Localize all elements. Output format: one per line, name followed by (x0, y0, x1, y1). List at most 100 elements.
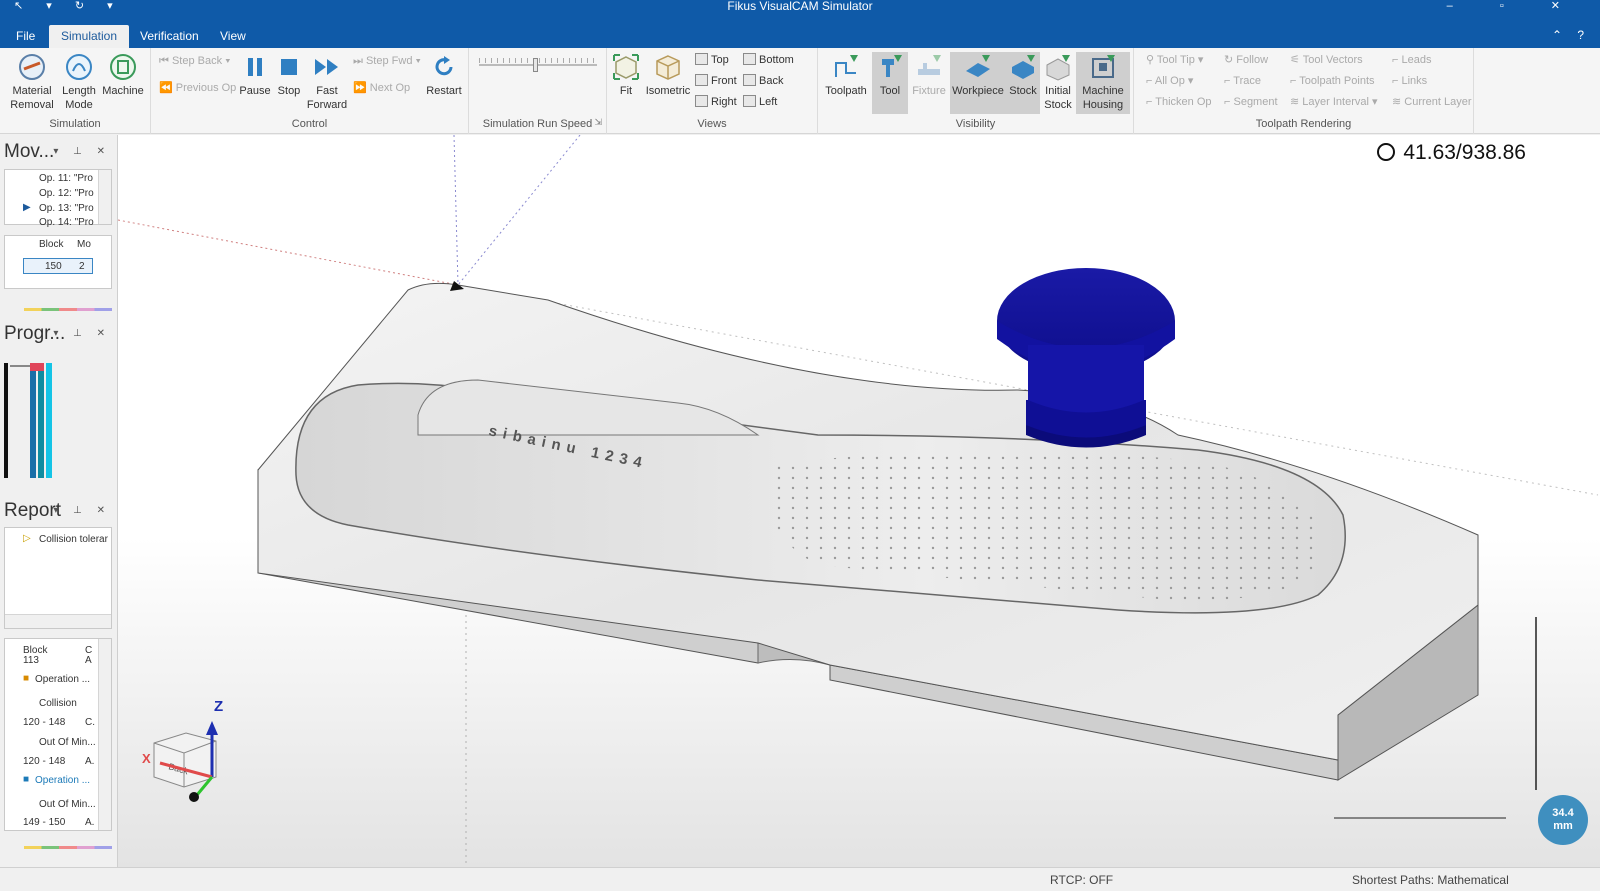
fixture-icon (914, 52, 944, 82)
grid-cell-mo: 2 (79, 261, 85, 272)
links-button[interactable]: ⌐ Links (1392, 73, 1427, 89)
moves-block-grid[interactable]: Block Mo 150 2 (4, 235, 112, 289)
speed-slider-thumb[interactable] (533, 58, 538, 72)
results-row[interactable]: 113 (23, 655, 39, 666)
machine-housing-toggle-button[interactable]: Machine Housing (1076, 52, 1130, 114)
view-left-button[interactable]: Left (743, 94, 777, 110)
axis-guide-line (453, 135, 459, 286)
moves-panel-controls[interactable]: ▾ ⊥ ✕ (53, 146, 111, 157)
tab-verification[interactable]: Verification (128, 25, 211, 48)
grid-cell-block: 150 (45, 261, 62, 272)
progress-panel-controls[interactable]: ▾ ⊥ ✕ (53, 328, 111, 339)
report-hscrollbar[interactable] (5, 614, 111, 628)
stop-button[interactable]: Stop (274, 52, 304, 98)
stop-icon (274, 52, 304, 82)
previous-op-button[interactable]: ⏪ Previous Op (159, 80, 236, 96)
pause-button[interactable]: Pause (238, 52, 272, 98)
current-layer-button[interactable]: ≋ Current Layer (1392, 94, 1472, 110)
grid-header-block[interactable]: Block (39, 239, 63, 250)
segment-button[interactable]: ⌐ Segment (1224, 94, 1278, 110)
restart-button[interactable]: Restart (423, 52, 465, 98)
results-row[interactable]: Out Of Min... (39, 737, 96, 748)
view-right-button[interactable]: Right (695, 94, 737, 110)
workpiece-icon (963, 52, 993, 82)
results-grid[interactable]: Block C 113 A ■ Operation ... Collision … (4, 638, 112, 831)
view-front-button[interactable]: Front (695, 73, 737, 89)
op-tree-item-current[interactable]: Op. 13: "Pro (39, 203, 94, 214)
tab-file[interactable]: File (4, 25, 47, 48)
tool-vectors-button[interactable]: ⚟ Tool Vectors (1290, 52, 1363, 68)
moves-op-tree[interactable]: Op. 11: "Pro Op. 12: "Pro ▶ Op. 13: "Pro… (4, 169, 112, 228)
view-back-button[interactable]: Back (743, 73, 783, 89)
op-tree-item[interactable]: Op. 14: "Pro (39, 217, 94, 228)
results-cell: C. (85, 717, 95, 728)
report-panel-controls[interactable]: ▾ ⊥ ✕ (53, 505, 111, 516)
tool-tip-button[interactable]: ⚲ Tool Tip ▾ (1146, 52, 1203, 68)
help-icon[interactable]: ⌃ ? (1552, 28, 1590, 42)
results-row[interactable]: 120 - 148 (23, 717, 65, 728)
operation-folder-icon: ■ (23, 774, 30, 785)
report-item[interactable]: Collision tolerar (39, 534, 108, 545)
results-row[interactable]: 120 - 148 (23, 756, 65, 767)
step-fwd-button[interactable]: ⏭ Step Fwd ▾ (353, 53, 421, 69)
progress-bar-cyan (46, 363, 52, 478)
all-op-button[interactable]: ⌐ All Op ▾ (1146, 73, 1193, 89)
dialog-launcher-icon[interactable]: ⇲ (594, 117, 602, 128)
thicken-op-button[interactable]: ⌐ Thicken Op (1146, 94, 1212, 110)
op-tree-item[interactable]: Op. 12: "Pro (39, 188, 94, 199)
fast-forward-button[interactable]: Fast Forward (306, 52, 348, 112)
window-controls[interactable]: – ▫ ✕ (1447, 0, 1582, 12)
workpiece-toggle-button[interactable]: Workpiece (950, 52, 1006, 114)
results-row[interactable]: 149 - 150 (23, 817, 65, 828)
rtcp-status: RTCP: OFF (1050, 873, 1114, 887)
initial-stock-toggle-button[interactable]: Initial Stock (1040, 52, 1076, 112)
length-mode-icon (64, 52, 94, 82)
material-removal-icon (17, 52, 47, 82)
scene-svg[interactable]: sibainu 1234 Back Z X (118, 135, 1600, 867)
group-views: Fit Isometric Top Front Right Bottom Bac… (607, 48, 818, 134)
isometric-button[interactable]: Isometric (643, 52, 693, 98)
tab-simulation[interactable]: Simulation (49, 25, 130, 48)
tab-view[interactable]: View (208, 25, 258, 48)
fit-button[interactable]: Fit (611, 52, 641, 98)
results-row[interactable]: Collision (39, 698, 77, 709)
trace-button[interactable]: ⌐ Trace (1224, 73, 1261, 89)
title-bar: ↖ ▾ ↻ ▾ Fikus VisualCAM Simulator – ▫ ✕ (0, 0, 1600, 14)
results-cell: A (85, 655, 92, 666)
stock-toggle-button[interactable]: Stock (1006, 52, 1040, 114)
results-scrollbar[interactable] (98, 639, 111, 830)
toolpath-points-button[interactable]: ⌐ Toolpath Points (1290, 73, 1375, 89)
material-removal-button[interactable]: Material Removal (6, 52, 58, 112)
isometric-cube-icon (653, 52, 683, 82)
op-tree-scrollbar[interactable] (98, 170, 111, 224)
3d-viewport[interactable]: sibainu 1234 Back Z X 41.63/938.86 34.4 (118, 135, 1600, 867)
results-row[interactable]: Out Of Min... (39, 799, 96, 810)
next-op-button[interactable]: ⏩ Next Op (353, 80, 410, 96)
moves-color-strip (24, 308, 112, 311)
view-bottom-button[interactable]: Bottom (743, 52, 794, 68)
leads-button[interactable]: ⌐ Leads (1392, 52, 1431, 68)
thicken-op-icon: ⌐ (1146, 96, 1156, 108)
grid-header-mo[interactable]: Mo (77, 239, 91, 250)
machine-button[interactable]: Machine (100, 52, 146, 98)
window-title: Fikus VisualCAM Simulator (727, 0, 873, 13)
length-mode-button[interactable]: Length Mode (58, 52, 100, 112)
layer-interval-button[interactable]: ≋ Layer Interval ▾ (1290, 94, 1378, 110)
results-row[interactable]: Operation ... (35, 775, 90, 786)
group-toolpath-rendering: ⚲ Tool Tip ▾ ⌐ All Op ▾ ⌐ Thicken Op ↻ F… (1134, 48, 1474, 134)
toolpath-button[interactable]: Toolpath (822, 52, 870, 98)
op-tree-item[interactable]: Op. 11: "Pro (39, 173, 93, 184)
report-tree[interactable]: ▷ Collision tolerar (4, 527, 112, 629)
view-cube[interactable]: Back Z X (142, 698, 223, 802)
results-row[interactable]: Operation ... (35, 674, 90, 685)
axis-x-label: X (142, 751, 151, 766)
cube-right-icon (695, 95, 708, 107)
view-top-button[interactable]: Top (695, 52, 729, 68)
step-back-button[interactable]: ⏮ Step Back ▾ (159, 53, 231, 69)
fixture-toggle-button[interactable]: Fixture (908, 52, 950, 98)
pause-icon (240, 52, 270, 82)
next-op-icon: ⏩ (353, 82, 370, 94)
tool-toggle-button[interactable]: Tool (872, 52, 908, 114)
current-layer-icon: ≋ (1392, 96, 1405, 108)
follow-button[interactable]: ↻ Follow (1224, 52, 1268, 68)
